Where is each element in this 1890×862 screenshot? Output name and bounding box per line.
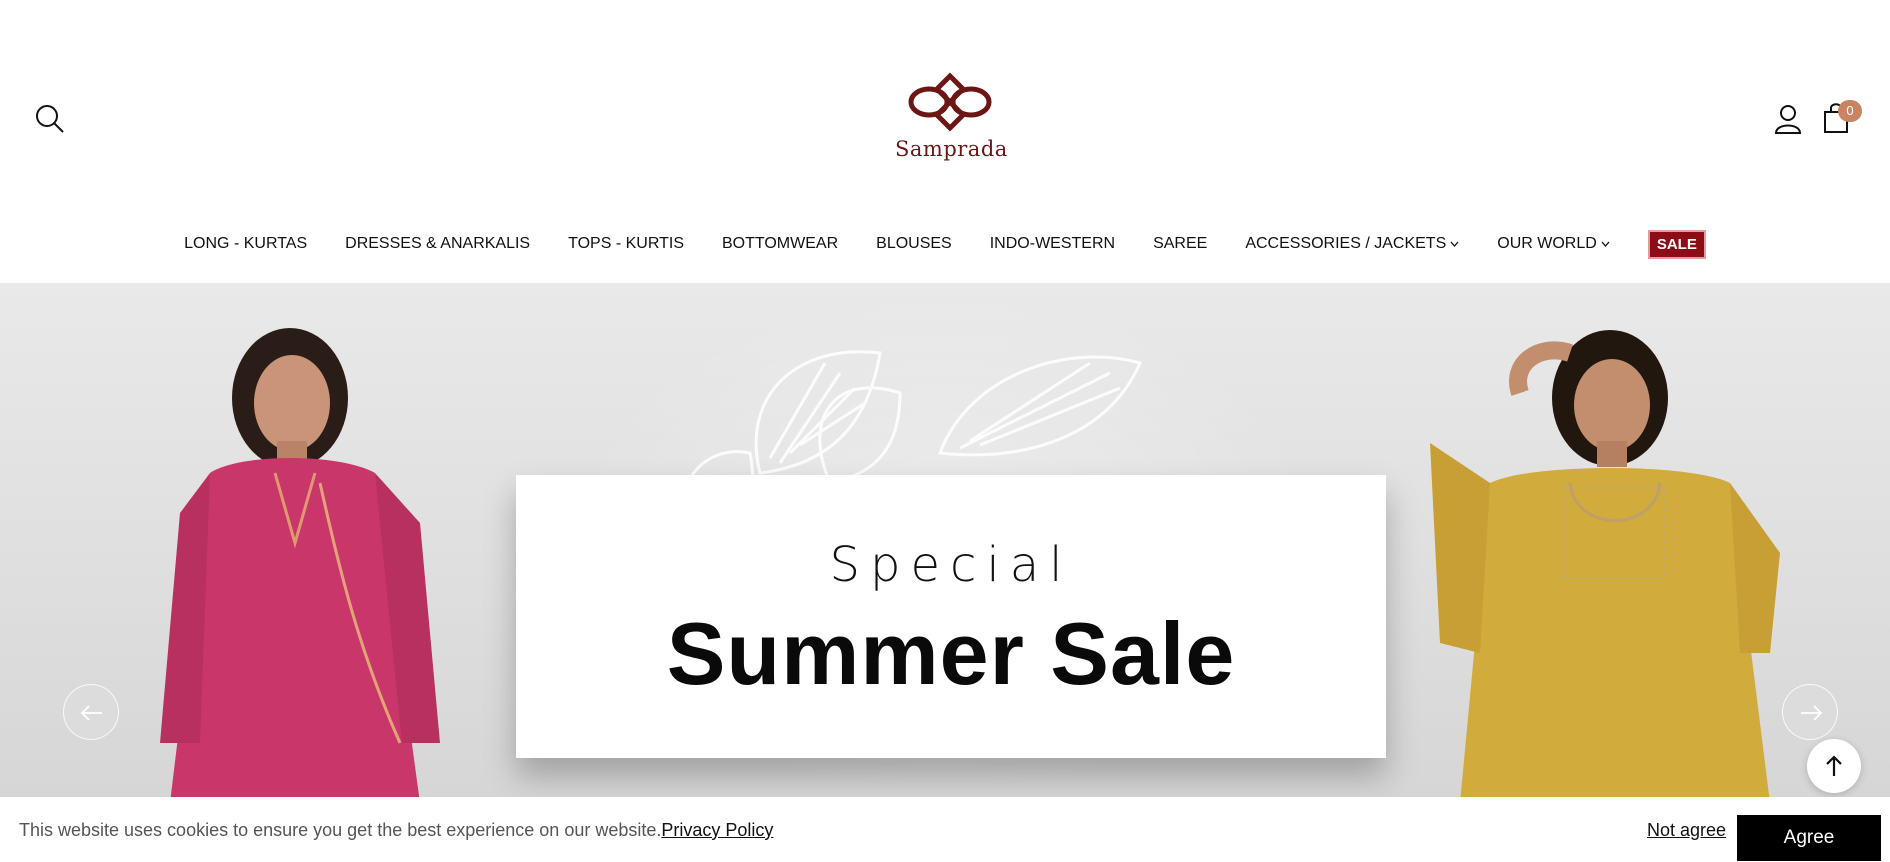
nav-item-label: OUR WORLD <box>1497 235 1597 252</box>
nav-item-bottomwear[interactable]: BOTTOMWEAR <box>722 235 838 253</box>
nav-item-indo-western[interactable]: INDO-WESTERN <box>990 235 1115 253</box>
model-right-image <box>1430 330 1780 797</box>
arrow-right-icon <box>1801 705 1823 721</box>
brand-name: Samprada <box>895 137 1008 161</box>
main-navigation: LONG - KURTAS DRESSES & ANARKALIS TOPS -… <box>0 228 1890 260</box>
nav-item-tops-kurtis[interactable]: TOPS - KURTIS <box>568 235 684 253</box>
nav-item-long-kurtas[interactable]: LONG - KURTAS <box>184 235 307 253</box>
chevron-down-icon <box>1601 241 1610 247</box>
nav-item-dresses-anarkalis[interactable]: DRESSES & ANARKALIS <box>345 235 530 253</box>
nav-item-blouses[interactable]: BLOUSES <box>876 235 952 253</box>
nav-item-saree[interactable]: SAREE <box>1153 235 1207 253</box>
nav-item-accessories-jackets[interactable]: ACCESSORIES / JACKETS <box>1245 235 1459 253</box>
sale-title: Summer Sale <box>666 604 1236 703</box>
user-icon[interactable] <box>1773 103 1803 135</box>
nav-item-label: INDO-WESTERN <box>989 235 1116 252</box>
model-left-image <box>160 328 440 797</box>
cart-count-badge: 0 <box>1838 100 1862 122</box>
arrow-up-icon <box>1826 755 1842 776</box>
cookie-message-row: This website uses cookies to ensure you … <box>19 820 773 841</box>
sale-kicker: Special <box>829 537 1073 593</box>
agree-button[interactable]: Agree <box>1737 815 1881 861</box>
nav-item-label: ACCESSORIES / JACKETS <box>1245 235 1447 252</box>
nav-item-label: LONG - KURTAS <box>184 235 308 252</box>
hero-banner[interactable]: Special Summer Sale <box>0 283 1890 797</box>
nav-item-label: BLOUSES <box>876 235 952 252</box>
slider-prev-button[interactable] <box>63 684 119 740</box>
nav-item-our-world[interactable]: OUR WORLD <box>1497 235 1610 253</box>
cookie-message: This website uses cookies to ensure you … <box>19 820 662 840</box>
nav-item-label: BOTTOMWEAR <box>721 235 839 252</box>
chevron-down-icon <box>1450 241 1459 247</box>
slider-next-button[interactable] <box>1782 684 1838 740</box>
brand-logo[interactable]: Samprada <box>895 72 1008 161</box>
search-icon[interactable] <box>34 103 66 135</box>
arrow-left-icon <box>80 705 102 721</box>
not-agree-link[interactable]: Not agree <box>1647 820 1726 841</box>
nav-item-label: SAREE <box>1153 235 1208 252</box>
back-to-top-button[interactable] <box>1807 739 1861 793</box>
knot-logo-icon <box>908 72 992 132</box>
sale-banner-card[interactable]: Special Summer Sale <box>516 475 1386 758</box>
nav-item-label: TOPS - KURTIS <box>568 235 684 252</box>
site-header: Samprada 0 LONG - KURTAS DRESSES & ANARK… <box>0 0 1890 283</box>
privacy-policy-link[interactable]: Privacy Policy <box>661 820 773 840</box>
cookie-consent-bar: This website uses cookies to ensure you … <box>0 797 1890 862</box>
nav-item-label: DRESSES & ANARKALIS <box>345 235 531 252</box>
nav-item-sale[interactable]: SALE <box>1647 229 1706 259</box>
